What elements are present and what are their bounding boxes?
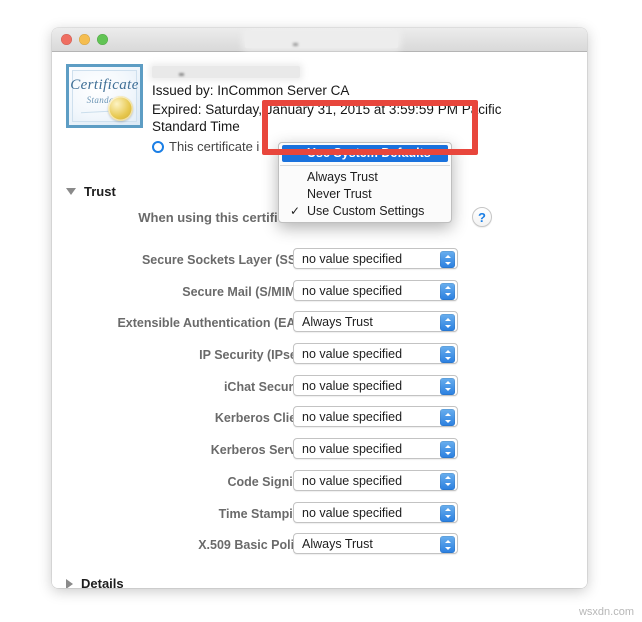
trust-row: Code Signing no value specified — [52, 469, 587, 502]
trust-row-label: X.509 Basic Policy — [198, 538, 308, 553]
trust-section-title: Trust — [84, 184, 116, 199]
trust-popup-menu[interactable]: Use System Defaults Always Trust Never T… — [278, 142, 452, 223]
trust-row: Extensible Authentication (EAP) Always T… — [52, 311, 587, 343]
trust-row: Time Stamping no value specified — [52, 501, 587, 534]
trust-row: X.509 Basic Policy Always Trust — [52, 533, 587, 565]
triangle-right-icon — [66, 578, 73, 588]
trust-row-value: no value specified — [302, 252, 403, 266]
menu-item-use-custom-settings[interactable]: ✓ Use Custom Settings — [279, 203, 451, 220]
window-content: Certificate Standard Issued by: InCommon… — [52, 52, 587, 588]
details-section-title: Details — [81, 576, 124, 588]
trust-row-value: Always Trust — [302, 537, 373, 552]
zoom-button[interactable] — [97, 34, 108, 45]
trust-row-value: no value specified — [302, 473, 403, 488]
trust-row-select[interactable]: no value specified — [293, 469, 458, 491]
help-button[interactable]: ? — [472, 207, 492, 227]
trust-row-label: Kerberos Client — [214, 411, 308, 426]
trust-row-value: no value specified — [302, 505, 403, 520]
trust-row-select[interactable]: no value specified — [293, 406, 458, 428]
trust-row-value: no value specified — [302, 442, 403, 457]
trust-row-label: iChat Security — [223, 379, 308, 394]
menu-item-label: Use System Defaults — [307, 146, 431, 160]
trust-section-disclosure[interactable]: Trust — [66, 184, 116, 199]
trust-row-value: no value specified — [302, 410, 403, 425]
menu-item-label: Never Trust — [307, 187, 372, 201]
trust-row-value: no value specified — [302, 283, 403, 298]
checkmark-icon: ✓ — [290, 204, 301, 218]
trust-row: iChat Security no value specified — [52, 374, 587, 407]
trust-settings-list: Secure Sockets Layer (SSL) no value spec… — [52, 248, 587, 565]
trust-row-select[interactable]: Always Trust — [293, 311, 458, 333]
menu-item-always-trust[interactable]: Always Trust — [279, 169, 451, 186]
menu-separator — [280, 165, 450, 166]
trust-row: Secure Mail (S/MIME) no value specified — [52, 279, 587, 312]
certificate-icon-word-primary: Certificate — [70, 77, 139, 93]
window-titlebar[interactable] — [52, 28, 587, 52]
trust-row-label: Extensible Authentication (EAP) — [117, 316, 308, 331]
trust-row-select[interactable]: no value specified — [293, 248, 458, 269]
close-button[interactable] — [61, 34, 72, 45]
chevron-updown-icon[interactable] — [440, 504, 455, 522]
trust-row-value: Always Trust — [302, 315, 373, 330]
certificate-status: This certificate i — [152, 139, 259, 154]
trust-row-value: no value specified — [302, 347, 403, 362]
status-indicator-icon — [152, 140, 164, 153]
chevron-updown-icon[interactable] — [440, 536, 455, 554]
menu-item-label: Use Custom Settings — [307, 204, 425, 218]
minimize-button[interactable] — [79, 34, 90, 45]
trust-row: Kerberos Server no value specified — [52, 438, 587, 470]
trust-row-label: Time Stamping — [218, 506, 308, 521]
chevron-updown-icon[interactable] — [440, 377, 455, 395]
trust-row-select[interactable]: no value specified — [293, 438, 458, 460]
certificate-window: Certificate Standard Issued by: InCommon… — [52, 28, 587, 588]
chevron-updown-icon[interactable] — [440, 282, 455, 300]
chevron-updown-icon[interactable] — [440, 251, 455, 268]
certificate-status-text: This certificate i — [169, 139, 260, 154]
trust-row-label: Secure Mail (S/MIME) — [182, 284, 308, 299]
menu-item-use-system-defaults[interactable]: Use System Defaults — [282, 145, 448, 162]
trust-row-select[interactable]: Always Trust — [293, 533, 458, 555]
menu-item-label: Always Trust — [307, 170, 378, 184]
trust-row-select[interactable]: no value specified — [293, 374, 458, 396]
trust-row-select[interactable]: no value specified — [293, 343, 458, 365]
certificate-expiry-text: Expired: Saturday, January 31, 2015 at 3… — [152, 102, 502, 134]
window-title-redacted — [245, 31, 398, 48]
watermark: wsxdn.com — [578, 606, 634, 618]
certificate-seal-icon — [108, 96, 133, 121]
menu-item-never-trust[interactable]: Never Trust — [279, 186, 451, 203]
chevron-updown-icon[interactable] — [440, 314, 455, 332]
trust-row-select[interactable]: no value specified — [293, 501, 458, 523]
trust-row: Kerberos Client no value specified — [52, 406, 587, 438]
certificate-icon: Certificate Standard — [66, 64, 143, 128]
trust-row-label: Kerberos Server — [210, 443, 308, 458]
window-controls — [61, 34, 108, 45]
triangle-down-icon — [66, 188, 76, 195]
chevron-updown-icon[interactable] — [440, 472, 455, 490]
details-section-disclosure[interactable]: Details — [66, 576, 124, 588]
certificate-issuer-text: Issued by: InCommon Server CA — [152, 83, 350, 98]
trust-row: Secure Sockets Layer (SSL) no value spec… — [52, 248, 587, 280]
trust-row-label: IP Security (IPsec) — [199, 348, 308, 363]
screenshot-root: Certificate Standard Issued by: InCommon… — [0, 0, 642, 622]
certificate-subject-redacted — [152, 66, 300, 78]
chevron-updown-icon[interactable] — [440, 441, 455, 459]
trust-row-label: Secure Sockets Layer (SSL) — [141, 253, 308, 267]
trust-row-select[interactable]: no value specified — [293, 279, 458, 301]
chevron-updown-icon[interactable] — [440, 409, 455, 427]
trust-row: IP Security (IPsec) no value specified — [52, 343, 587, 375]
trust-row-label: Code Signing — [227, 474, 308, 489]
chevron-updown-icon[interactable] — [440, 346, 455, 364]
trust-row-value: no value specified — [302, 378, 403, 393]
